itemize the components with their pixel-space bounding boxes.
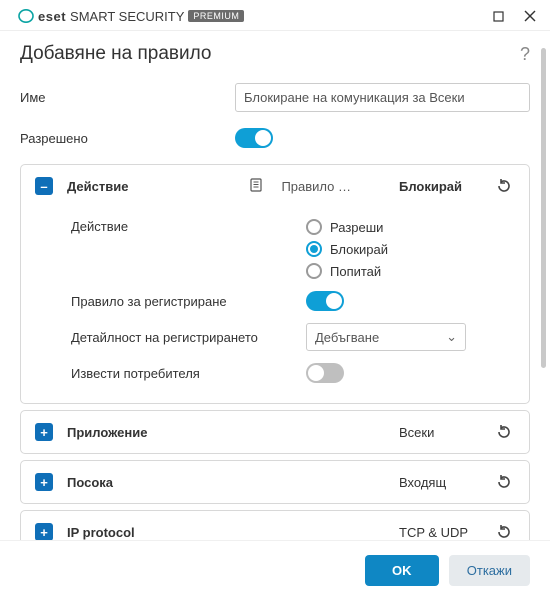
panel-protocol-reset[interactable] (493, 523, 515, 541)
brand-product: SMART SECURITY (70, 9, 184, 24)
radio-icon (306, 219, 322, 235)
ok-button[interactable]: OK (365, 555, 439, 586)
panel-action: – Действие Правило … Блокирай Действие Р… (20, 164, 530, 404)
enabled-toggle[interactable] (235, 128, 273, 148)
radio-ask-label: Попитай (330, 264, 381, 279)
footer: OK Откажи (0, 540, 550, 600)
panel-application-reset[interactable] (493, 423, 515, 441)
action-option-label: Действие (71, 219, 306, 234)
radio-block[interactable]: Блокирай (306, 241, 388, 257)
action-option-row: Действие Разреши Блокирай Попитай (71, 213, 515, 285)
notify-row: Извести потребителя (71, 357, 515, 389)
name-row: Име (20, 77, 530, 122)
panel-direction-title: Посока (67, 475, 113, 490)
reset-icon (495, 423, 513, 441)
close-icon (524, 10, 536, 22)
eset-logo-icon (18, 8, 34, 24)
log-rule-toggle[interactable] (306, 291, 344, 311)
panel-protocol-title: IP protocol (67, 525, 135, 540)
panel-action-body: Действие Разреши Блокирай Попитай (21, 207, 529, 403)
radio-icon (306, 241, 322, 257)
expand-icon: + (35, 523, 53, 541)
collapse-icon: – (35, 177, 53, 195)
page-title: Добавяне на правило (20, 43, 212, 65)
expand-icon: + (35, 473, 53, 491)
panel-direction-head[interactable]: + Посока Входящ (21, 461, 529, 503)
maximize-icon (493, 11, 504, 22)
panel-application: + Приложение Всеки (20, 410, 530, 454)
log-detail-select[interactable]: Дебъгване ⌄ (306, 323, 466, 351)
log-detail-value: Дебъгване (315, 330, 379, 345)
radio-ask[interactable]: Попитай (306, 263, 388, 279)
panel-action-head[interactable]: – Действие Правило … Блокирай (21, 165, 529, 207)
titlebar: eset SMART SECURITY PREMIUM (0, 0, 550, 31)
enabled-label: Разрешено (20, 131, 235, 146)
notify-label: Извести потребителя (71, 366, 306, 381)
maximize-button[interactable] (490, 8, 506, 24)
panel-application-head[interactable]: + Приложение Всеки (21, 411, 529, 453)
log-detail-label: Детайлност на регистрирането (71, 330, 306, 345)
header: Добавяне на правило ? (0, 31, 550, 73)
log-rule-label: Правило за регистриране (71, 294, 306, 309)
scrollbar[interactable] (541, 48, 546, 528)
action-radio-group: Разреши Блокирай Попитай (306, 219, 388, 279)
reset-icon (495, 177, 513, 195)
log-rule-row: Правило за регистриране (71, 285, 515, 317)
preset-icon (249, 178, 263, 195)
scrollbar-thumb[interactable] (541, 48, 546, 368)
panel-protocol-value: TCP & UDP (399, 525, 479, 540)
notify-toggle[interactable] (306, 363, 344, 383)
cancel-button[interactable]: Откажи (449, 555, 530, 586)
window-controls (490, 8, 538, 24)
radio-allow-label: Разреши (330, 220, 383, 235)
panel-application-value: Всеки (399, 425, 479, 440)
name-label: Име (20, 90, 235, 105)
panel-direction-value: Входящ (399, 475, 479, 490)
panel-action-value: Блокирай (399, 179, 479, 194)
brand-company: eset (38, 9, 66, 24)
panel-action-preset: Правило … (281, 179, 351, 194)
panel-action-reset[interactable] (493, 177, 515, 195)
panel-direction-reset[interactable] (493, 473, 515, 491)
radio-allow[interactable]: Разреши (306, 219, 388, 235)
chevron-down-icon: ⌄ (446, 329, 457, 345)
expand-icon: + (35, 423, 53, 441)
close-button[interactable] (522, 8, 538, 24)
brand: eset SMART SECURITY PREMIUM (18, 8, 244, 24)
enabled-row: Разрешено (20, 122, 530, 158)
form-area: Име Разрешено – Действие Правило … Блоки… (0, 73, 550, 553)
panel-direction: + Посока Входящ (20, 460, 530, 504)
panel-application-title: Приложение (67, 425, 147, 440)
panel-action-title: Действие (67, 179, 128, 194)
reset-icon (495, 523, 513, 541)
log-detail-row: Детайлност на регистрирането Дебъгване ⌄ (71, 317, 515, 357)
radio-block-label: Блокирай (330, 242, 388, 257)
name-input[interactable] (235, 83, 530, 112)
brand-edition: PREMIUM (188, 10, 244, 22)
help-button[interactable]: ? (520, 44, 530, 65)
radio-icon (306, 263, 322, 279)
reset-icon (495, 473, 513, 491)
